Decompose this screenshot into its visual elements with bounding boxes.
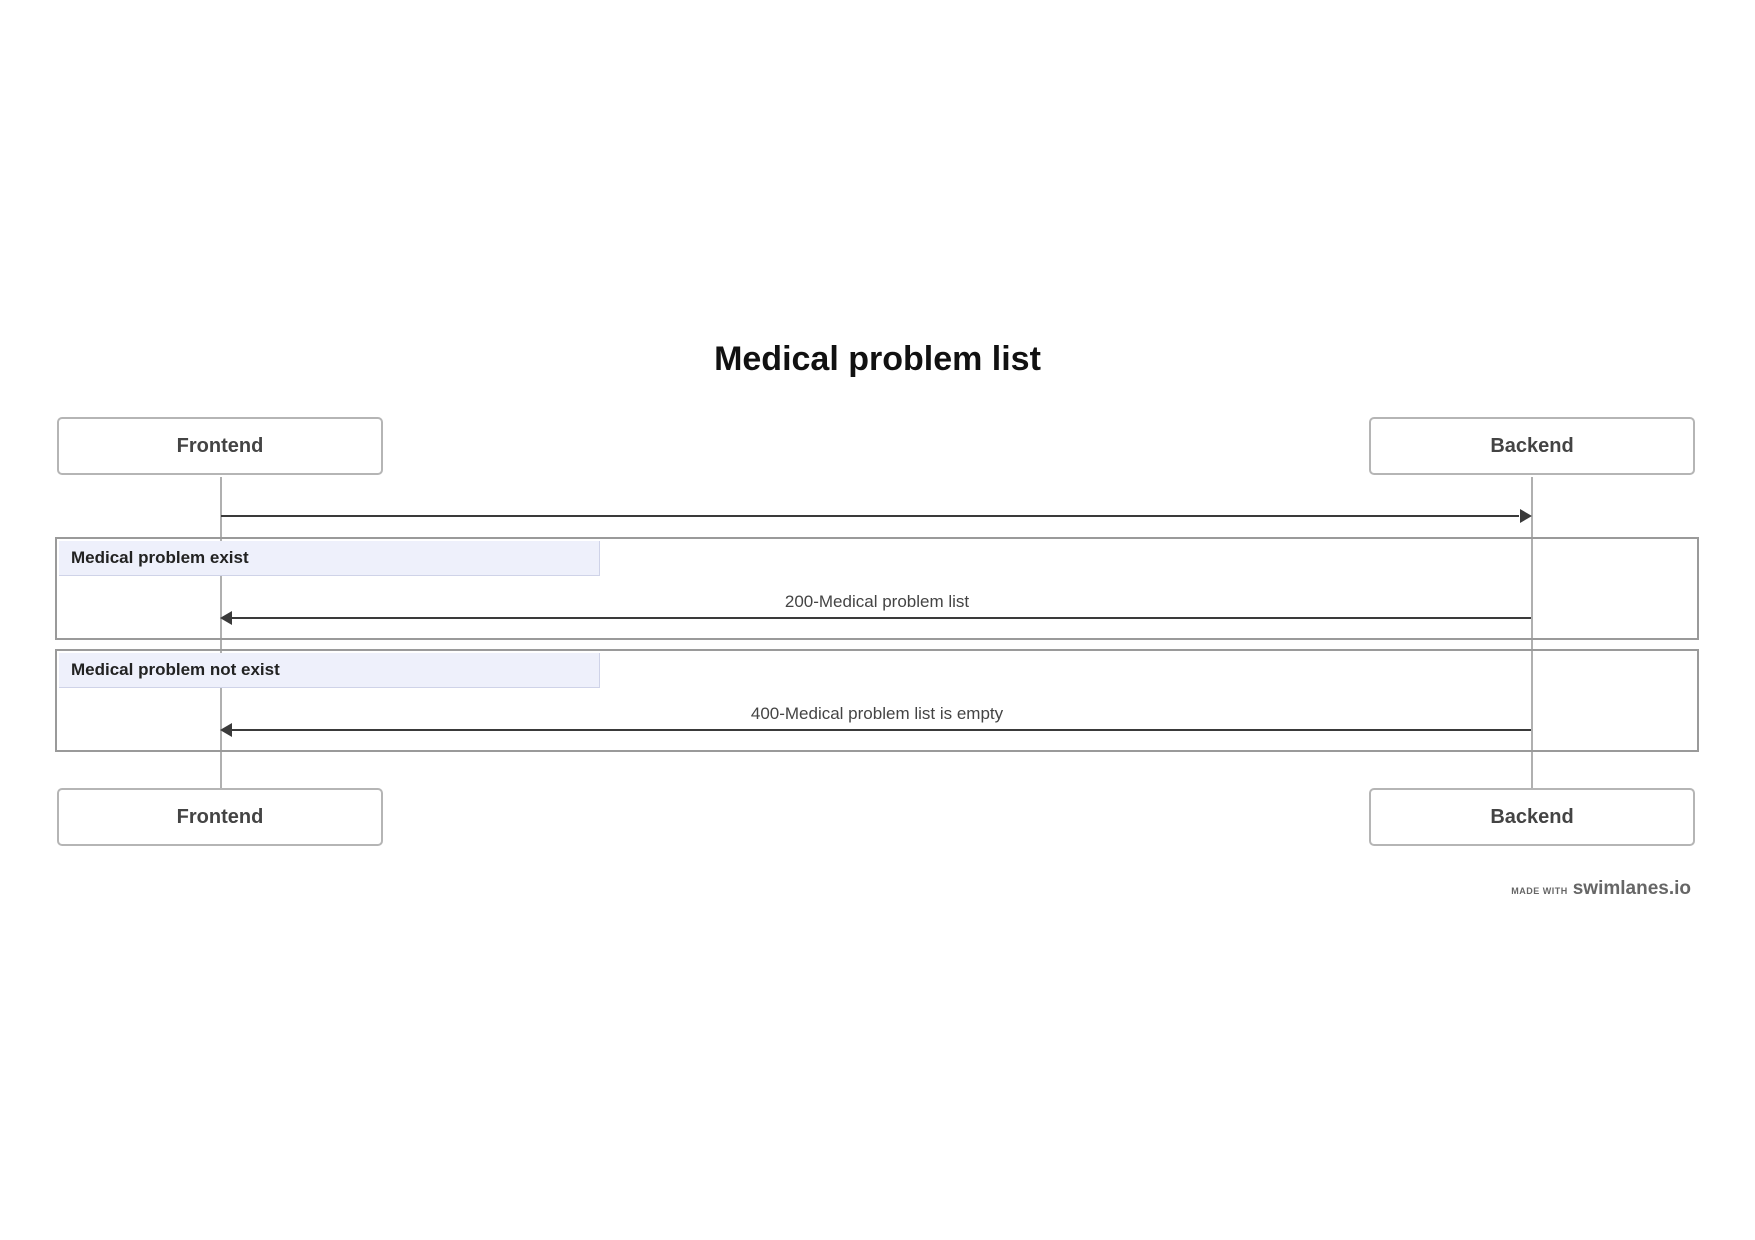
message-arrow-response-200	[232, 617, 1531, 619]
diagram-title: Medical problem list	[714, 340, 1041, 378]
arrow-head-right	[1520, 509, 1532, 523]
message-label: 200-Medical problem list	[784, 592, 970, 611]
participant-frontend-top: Frontend	[57, 417, 383, 475]
participant-frontend-bottom: Frontend	[57, 788, 383, 846]
alt-group-not-exist: Medical problem not exist	[55, 649, 1699, 752]
brand-logo-text: swimlanes.io	[1572, 878, 1691, 899]
participant-label: Frontend	[176, 805, 264, 828]
message-arrow-request	[221, 515, 1519, 517]
participant-label: Frontend	[176, 434, 264, 457]
made-with-credit: MADE WITH swimlanes.io	[1511, 878, 1691, 900]
arrow-head-left	[220, 611, 232, 625]
participant-backend-top: Backend	[1369, 417, 1695, 475]
group-label: Medical problem exist	[59, 541, 600, 576]
participant-backend-bottom: Backend	[1369, 788, 1695, 846]
message-arrow-response-400	[232, 729, 1531, 731]
alt-group-exist: Medical problem exist	[55, 537, 1699, 640]
group-label: Medical problem not exist	[59, 653, 600, 688]
message-label: 400-Medical problem list is empty	[750, 704, 1004, 723]
made-with-text: MADE WITH	[1511, 886, 1568, 896]
arrow-head-left	[220, 723, 232, 737]
participant-label: Backend	[1490, 805, 1574, 828]
participant-label: Backend	[1490, 434, 1574, 457]
